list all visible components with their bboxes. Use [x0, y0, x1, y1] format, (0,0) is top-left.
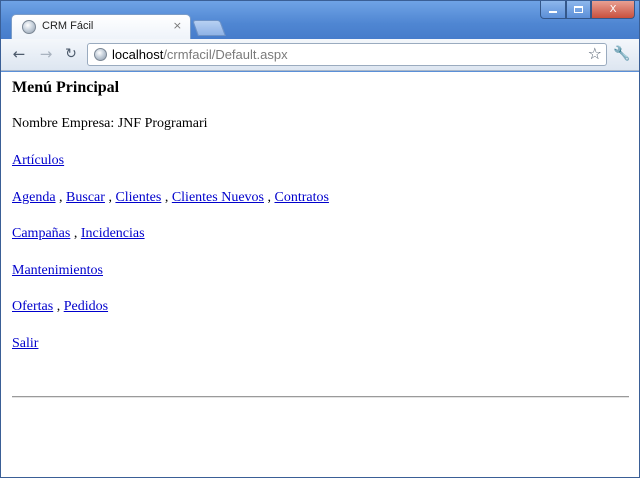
separator: ,	[104, 190, 116, 205]
menu-row-ofertas: Ofertas , Pedidos	[12, 299, 108, 315]
tab-close-icon[interactable]: ×	[173, 19, 182, 32]
tab-crm-facil[interactable]: CRM Fácil ×	[11, 14, 191, 40]
back-button[interactable]: ←	[9, 44, 29, 64]
link-campanas[interactable]: Campañas	[12, 226, 70, 241]
globe-icon	[22, 20, 36, 34]
link-mantenimientos[interactable]: Mantenimientos	[12, 263, 103, 278]
link-ofertas[interactable]: Ofertas	[12, 299, 53, 314]
menu-row-agenda: Agenda , Buscar , Clientes , Clientes Nu…	[12, 190, 329, 206]
url-host: localhost	[112, 47, 164, 62]
separator: ,	[263, 190, 275, 205]
address-bar[interactable]: localhost/crmfacil/Default.aspx ☆	[87, 43, 607, 66]
reload-button[interactable]: ↻	[61, 44, 81, 64]
separator: ,	[53, 299, 64, 314]
menu-row-mantenimientos: Mantenimientos	[12, 263, 103, 279]
close-window-button[interactable]: X	[591, 1, 635, 19]
link-clientes[interactable]: Clientes	[115, 190, 161, 205]
maximize-button[interactable]	[566, 1, 591, 19]
menu-row-articulos: Artículos	[12, 153, 64, 169]
page-info-icon[interactable]	[94, 48, 107, 61]
menu-row-campanas: Campañas , Incidencias	[12, 226, 145, 242]
browser-window: CRM Fácil × X ← → ↻ localhost/crmfacil/D…	[0, 0, 640, 478]
link-pedidos[interactable]: Pedidos	[64, 299, 108, 314]
minimize-button[interactable]	[540, 1, 566, 19]
link-incidencias[interactable]: Incidencias	[81, 226, 145, 241]
wrench-icon[interactable]: 🔧	[613, 46, 630, 62]
bookmark-star-icon[interactable]: ☆	[588, 44, 602, 63]
forward-button[interactable]: →	[36, 44, 56, 64]
minimize-icon	[549, 11, 557, 13]
browser-toolbar: ← → ↻ localhost/crmfacil/Default.aspx ☆ …	[1, 39, 639, 71]
maximize-icon	[574, 6, 583, 13]
page-title: Menú Principal	[12, 79, 120, 96]
link-agenda[interactable]: Agenda	[12, 190, 56, 205]
reload-icon: ↻	[65, 46, 77, 62]
company-line: Nombre Empresa: JNF Programari	[12, 116, 208, 132]
link-clientes-nuevos[interactable]: Clientes Nuevos	[172, 190, 264, 205]
link-buscar[interactable]: Buscar	[66, 190, 105, 205]
arrow-right-icon: →	[39, 45, 53, 63]
menu-row-salir: Salir	[12, 336, 38, 352]
separator: ,	[161, 190, 172, 205]
link-articulos[interactable]: Artículos	[12, 153, 64, 168]
link-contratos[interactable]: Contratos	[274, 190, 328, 205]
new-tab-button[interactable]	[192, 20, 226, 36]
tab-title: CRM Fácil	[42, 20, 94, 32]
link-salir[interactable]: Salir	[12, 336, 38, 351]
company-label: Nombre Empresa:	[12, 116, 115, 131]
arrow-left-icon: ←	[12, 45, 26, 63]
window-controls: X	[540, 1, 635, 19]
url-text[interactable]: localhost/crmfacil/Default.aspx	[112, 47, 288, 62]
tab-strip: CRM Fácil × X	[1, 1, 639, 40]
horizontal-rule	[12, 396, 629, 398]
separator: ,	[70, 226, 81, 241]
company-name: JNF Programari	[117, 116, 208, 131]
separator: ,	[55, 190, 67, 205]
close-icon: X	[609, 4, 617, 15]
page-content: Menú Principal Nombre Empresa: JNF Progr…	[1, 72, 639, 477]
url-path: /crmfacil/Default.aspx	[163, 47, 288, 62]
